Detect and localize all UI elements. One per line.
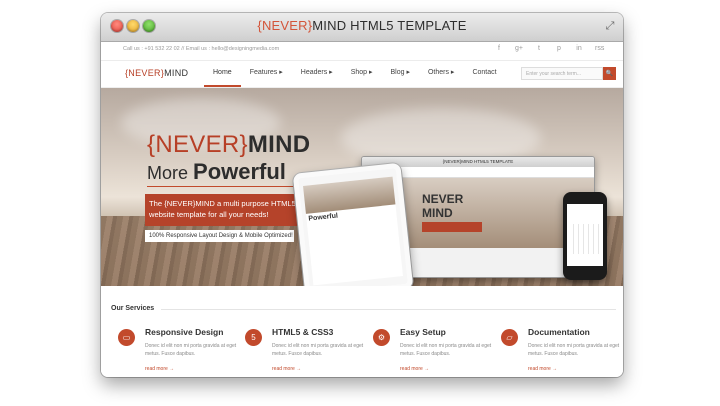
service-name: HTML5 & CSS3	[272, 327, 334, 337]
hero-brand-bracket: {NEVER}	[147, 131, 248, 158]
mockup-heading-1: NEVER	[422, 192, 464, 206]
hero-banner: {NEVER}MIND More Powerful The {NEVER}MIN…	[101, 88, 623, 286]
services-divider	[161, 309, 616, 310]
services-title: Our Services	[111, 305, 155, 312]
fullscreen-icon[interactable]: ⤢	[604, 20, 616, 32]
tablet-screen: Powerful	[303, 176, 403, 286]
search-button[interactable]: 🔍	[603, 67, 616, 80]
search-icon: 🔍	[605, 71, 614, 77]
nav-item-headers[interactable]: Headers ▸	[292, 61, 342, 87]
search-input[interactable]: Enter your search term...	[521, 67, 603, 80]
site-logo[interactable]: {NEVER}MIND	[125, 68, 188, 78]
facebook-icon[interactable]: f	[495, 45, 503, 52]
phone-mockup	[563, 192, 607, 280]
pinterest-icon[interactable]: p	[555, 45, 563, 52]
service-name: Responsive Design	[145, 327, 224, 337]
service-description: Donec id elit non mi porta gravida at eg…	[528, 343, 620, 357]
tablet-mockup: Powerful	[292, 162, 414, 286]
laptop-icon: ▭	[118, 329, 135, 346]
window-title-text: MIND HTML5 TEMPLATE	[312, 18, 467, 33]
service-description: Donec id elit non mi porta gravida at eg…	[272, 343, 364, 357]
logo-bracket: {NEVER}	[125, 68, 165, 78]
hero-subtitle-bold: Powerful	[193, 159, 286, 184]
window-title: {NEVER}MIND HTML5 TEMPLATE	[101, 18, 623, 33]
nav-menu: Home Features ▸ Headers ▸ Shop ▸ Blog ▸ …	[204, 61, 506, 87]
hero-divider	[147, 186, 303, 187]
read-more-link[interactable]: read more →	[400, 366, 429, 372]
service-name: Documentation	[528, 327, 590, 337]
phone-screen	[567, 204, 603, 266]
social-links: f g+ t p in rss	[495, 45, 604, 52]
hero-tagline: The {NEVER}MIND a multi purpose HTML5 we…	[145, 194, 302, 226]
hero-brand-text: MIND	[247, 131, 311, 158]
phone-chart	[569, 224, 601, 254]
nav-item-features[interactable]: Features ▸	[241, 61, 292, 87]
nav-item-shop[interactable]: Shop ▸	[342, 61, 382, 87]
title-bar: {NEVER}MIND HTML5 TEMPLATE ⤢	[101, 13, 623, 42]
read-more-link[interactable]: read more →	[272, 366, 301, 372]
rss-icon[interactable]: rss	[595, 45, 604, 52]
nav-item-home[interactable]: Home	[204, 61, 241, 87]
main-navbar: {NEVER}MIND Home Features ▸ Headers ▸ Sh…	[101, 61, 623, 88]
google-plus-icon[interactable]: g+	[515, 45, 523, 52]
mockup-heading-2: MIND	[422, 206, 453, 220]
nav-item-blog[interactable]: Blog ▸	[382, 61, 419, 87]
service-description: Donec id elit non mi porta gravida at eg…	[145, 343, 237, 357]
folder-icon: ▱	[501, 329, 518, 346]
read-more-link[interactable]: read more →	[145, 366, 174, 372]
gears-icon: ⚙	[373, 329, 390, 346]
contact-info: Call us : +91 532 22 02 // Email us : he…	[123, 46, 280, 52]
html5-icon: 5	[245, 329, 262, 346]
hero-subtitle-light: More	[147, 163, 194, 183]
hero-feature-note: 100% Responsive Layout Design & Mobile O…	[145, 230, 294, 242]
service-name: Easy Setup	[400, 327, 446, 337]
twitter-icon[interactable]: t	[535, 45, 543, 52]
hero-brand: {NEVER}MIND	[147, 131, 310, 159]
mockup-red-box	[422, 222, 482, 232]
services-section: Our Services ▭ Responsive Design Donec i…	[101, 286, 623, 377]
hero-subtitle: More Powerful	[147, 159, 286, 185]
nav-item-others[interactable]: Others ▸	[419, 61, 463, 87]
top-info-bar: Call us : +91 532 22 02 // Email us : he…	[101, 42, 623, 61]
window-title-bracket: {NEVER}	[257, 18, 313, 33]
logo-text: MIND	[164, 68, 189, 78]
browser-window: {NEVER}MIND HTML5 TEMPLATE ⤢ Call us : +…	[101, 13, 623, 377]
service-description: Donec id elit non mi porta gravida at eg…	[400, 343, 492, 357]
linkedin-icon[interactable]: in	[575, 45, 583, 52]
nav-item-contact[interactable]: Contact	[463, 61, 505, 87]
read-more-link[interactable]: read more →	[528, 366, 557, 372]
